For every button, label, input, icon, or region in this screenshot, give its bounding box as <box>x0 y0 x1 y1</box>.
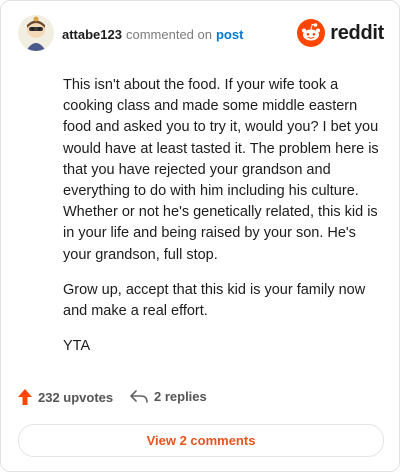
upvote-button[interactable]: 232 upvotes <box>18 389 113 405</box>
comment-paragraph: This isn't about the food. If your wife … <box>63 77 379 263</box>
upvote-count: 232 upvotes <box>38 389 114 405</box>
reddit-wordmark: reddit <box>330 21 384 44</box>
user-avatar[interactable] <box>18 15 54 51</box>
reddit-snoo-icon <box>297 19 326 47</box>
action-text: commented on <box>125 27 212 42</box>
username-link[interactable]: attabe123 <box>62 27 122 42</box>
upvote-arrow-icon <box>18 389 32 405</box>
replies-button[interactable]: 2 replies <box>130 389 207 404</box>
comment-card: attabe123 commented on post reddit This is… <box>0 0 400 472</box>
post-link[interactable]: post <box>216 27 243 42</box>
comment-body: This isn't about the food. If your wife … <box>63 75 381 371</box>
comment-meta: attabe123 commented on post <box>62 27 243 42</box>
view-comments-button[interactable]: View 2 comments <box>18 424 384 457</box>
reply-arrow-icon <box>130 389 148 403</box>
comment-footer: 232 upvotes 2 replies <box>18 389 384 411</box>
replies-count: 2 replies <box>154 389 207 404</box>
comment-paragraph: YTA <box>63 338 91 355</box>
avatar-icon <box>18 15 54 51</box>
comment-header: attabe123 commented on post reddit <box>18 15 384 53</box>
comment-paragraph: Grow up, accept that this kid is your fa… <box>63 281 366 320</box>
reddit-logo[interactable]: reddit <box>297 18 384 48</box>
